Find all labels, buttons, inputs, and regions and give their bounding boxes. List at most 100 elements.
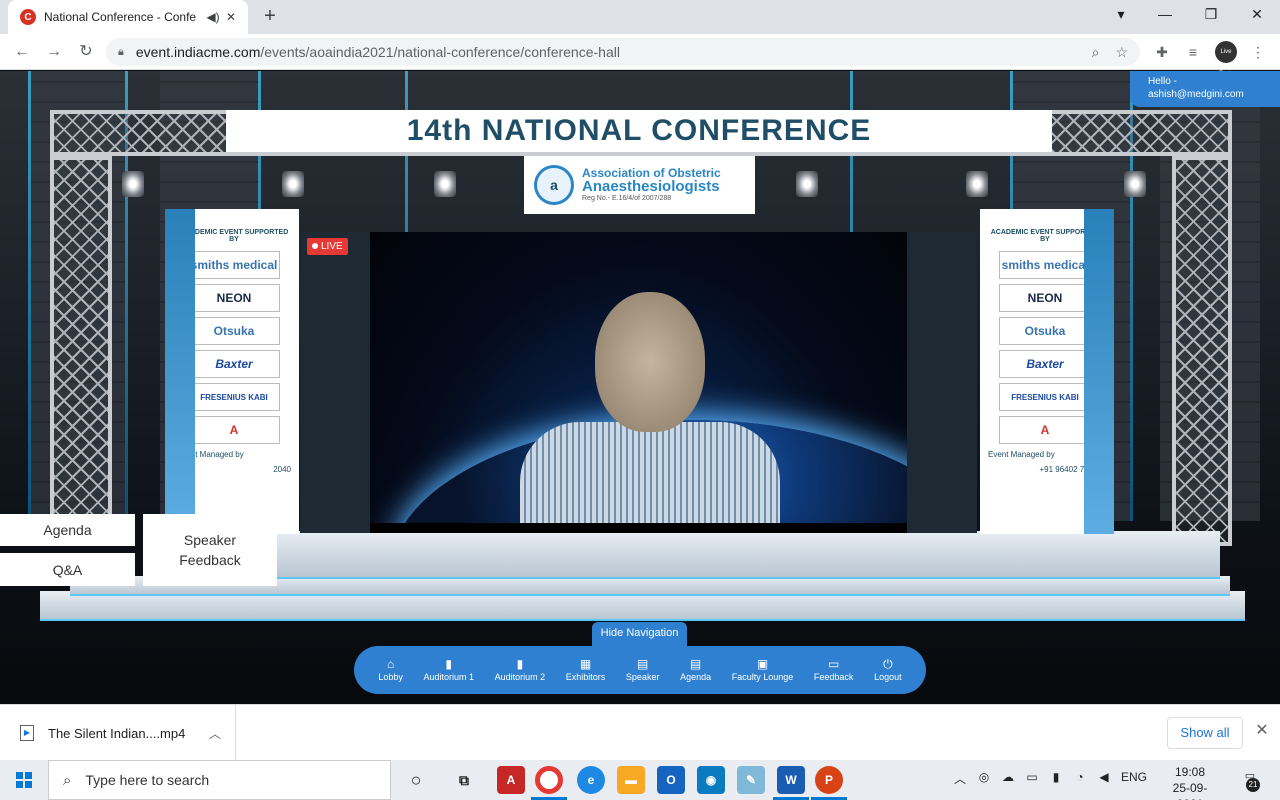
edge-icon[interactable]: e xyxy=(577,766,605,794)
nav-feedback[interactable]: ▭ Feedback xyxy=(814,657,854,683)
agenda-button[interactable]: Agenda xyxy=(0,514,135,546)
tab-search-icon[interactable]: ▾ xyxy=(1106,6,1136,28)
sponsor-logo: smiths medical xyxy=(188,251,280,279)
nav-speaker[interactable]: ▤ Speaker xyxy=(626,657,660,683)
conference-title-banner: 14th NATIONAL CONFERENCE xyxy=(226,110,1052,152)
close-icon[interactable]: ✕ xyxy=(1252,721,1272,741)
url-text[interactable]: event.indiacme.com/events/aoaindia2021/n… xyxy=(136,44,1076,60)
star-icon[interactable]: ☆ xyxy=(1115,44,1128,61)
close-tab-icon[interactable]: ✕ xyxy=(222,10,240,24)
truss-left xyxy=(50,156,112,546)
windows-taskbar: ⌕ Type here to search ○ ⧉ A e ▬ O ◉ ✎ W … xyxy=(0,760,1280,800)
onedrive-icon[interactable]: ☁ xyxy=(1000,770,1016,784)
nav-lobby[interactable]: ⌂ Lobby xyxy=(378,657,403,683)
forward-icon[interactable]: → xyxy=(42,40,66,64)
download-file-name: The Silent Indian....mp4 xyxy=(48,725,186,741)
meeting-app-icon[interactable]: ◉ xyxy=(697,766,725,794)
nav-auditorium-1[interactable]: ▮ Auditorium 1 xyxy=(423,657,474,683)
zoom-icon[interactable]: ⌕ xyxy=(1092,44,1100,61)
nav-faculty-lounge[interactable]: ▣ Faculty Lounge xyxy=(732,657,794,683)
search-icon: ⌕ xyxy=(63,771,72,789)
conference-hall: 14th NATIONAL CONFERENCE a Association o… xyxy=(0,71,1280,704)
close-window-icon[interactable]: ✕ xyxy=(1242,6,1272,28)
battery-icon[interactable]: ▮ xyxy=(1048,770,1064,784)
home-icon: ⌂ xyxy=(386,657,395,671)
cortana-icon[interactable]: ○ xyxy=(402,766,430,794)
new-tab-button[interactable]: + xyxy=(258,6,282,28)
camera-icon[interactable]: ◎ xyxy=(976,770,992,784)
sponsor-logo: Baxter xyxy=(999,350,1091,378)
speaker-mute-icon[interactable]: ◀) xyxy=(204,10,222,24)
chevron-up-icon[interactable]: ︿ xyxy=(209,725,221,742)
acrobat-icon[interactable]: A xyxy=(497,766,525,794)
hide-navigation-button[interactable]: Hide Navigation xyxy=(592,622,687,647)
speaker-feedback-button[interactable]: Speaker Feedback xyxy=(143,514,277,586)
display-icon[interactable]: ▭ xyxy=(1024,770,1040,784)
spotlight-icon xyxy=(122,171,144,197)
show-all-button[interactable]: Show all xyxy=(1167,717,1243,749)
sponsor-logo: NEON xyxy=(999,284,1091,312)
spotlight-icon xyxy=(796,171,818,197)
profile-avatar[interactable]: Live Truth xyxy=(1215,41,1237,77)
screen-icon: ▣ xyxy=(756,657,769,671)
chrome-icon[interactable] xyxy=(535,766,563,794)
notification-count-badge: 21 xyxy=(1246,778,1260,792)
browser-tab[interactable]: C National Conference - Confe ◀) ✕ xyxy=(8,0,248,34)
powerpoint-icon[interactable]: P xyxy=(815,766,843,794)
org-name-line2: Anaesthesiologists xyxy=(582,178,720,195)
nav-logout[interactable]: ⏻ Logout xyxy=(874,657,902,683)
volume-icon[interactable]: ◀ xyxy=(1096,770,1112,784)
extensions-icon[interactable]: ✚ xyxy=(1152,42,1172,62)
org-reg-number: Reg No.- E.16/4/of 2007/288 xyxy=(582,195,672,202)
lock-icon[interactable]: 🔒︎ xyxy=(118,46,124,59)
managed-by-label: Event Managed by xyxy=(177,450,244,459)
nav-label: Auditorium 1 xyxy=(423,672,474,682)
reload-icon[interactable]: ↻ xyxy=(74,40,98,64)
outlook-icon[interactable]: O xyxy=(657,766,685,794)
nav-label: Auditorium 2 xyxy=(494,672,546,682)
sponsor-logo: FRESENIUS KABI xyxy=(999,383,1091,411)
nav-exhibitors[interactable]: ▦ Exhibitors xyxy=(566,657,606,683)
start-button[interactable] xyxy=(0,760,48,800)
document-icon: ▤ xyxy=(689,657,702,671)
browser-toolbar: ← → ↻ 🔒︎ event.indiacme.com/events/aoain… xyxy=(0,34,1280,70)
system-clock[interactable]: 19:08 25-09-2021 xyxy=(1160,764,1220,800)
file-explorer-icon[interactable]: ▬ xyxy=(617,766,645,794)
site-favicon-icon: C xyxy=(20,9,36,25)
word-icon[interactable]: W xyxy=(777,766,805,794)
power-icon: ⏻ xyxy=(883,657,893,671)
video-control-bar xyxy=(370,523,907,533)
sponsor-heading: ACADEMIC EVENT SUPPORTED BY xyxy=(990,229,1100,243)
live-dot-icon xyxy=(312,243,318,250)
live-label: LIVE xyxy=(321,241,343,252)
grid-icon: ▦ xyxy=(579,657,592,671)
live-video-player[interactable] xyxy=(370,232,907,533)
wifi-icon[interactable]: ◔ xyxy=(1072,770,1088,784)
task-view-icon[interactable]: ⧉ xyxy=(450,766,478,794)
nav-label: Faculty Lounge xyxy=(731,672,794,682)
minimize-icon[interactable]: — xyxy=(1150,6,1180,28)
menu-icon[interactable]: ⋮ xyxy=(1248,42,1268,62)
door-icon: ▮ xyxy=(445,657,453,671)
restore-icon[interactable]: ❐ xyxy=(1196,6,1226,28)
nav-label: Speaker xyxy=(625,672,660,682)
media-icon[interactable]: ≡ xyxy=(1183,42,1203,62)
sponsor-logo: smiths medical xyxy=(999,251,1091,279)
spotlight-icon xyxy=(282,171,304,197)
nav-label: Lobby xyxy=(378,672,403,682)
back-icon[interactable]: ← xyxy=(10,40,34,64)
managed-by-phone: +91 96402 72040 xyxy=(1039,465,1102,474)
language-indicator[interactable]: ENG xyxy=(1120,770,1148,784)
show-hidden-icons-icon[interactable]: ︿ xyxy=(952,770,968,787)
nav-agenda[interactable]: ▤ Agenda xyxy=(680,657,711,683)
nav-auditorium-2[interactable]: ▮ Auditorium 2 xyxy=(495,657,546,683)
stage-top xyxy=(150,531,1220,579)
nav-label: Agenda xyxy=(680,672,712,682)
taskbar-search[interactable]: ⌕ Type here to search xyxy=(48,760,391,800)
user-greeting[interactable]: Hello - ashish@medgini.com xyxy=(1130,71,1280,107)
download-item[interactable]: ▶ The Silent Indian....mp4 ︿ xyxy=(0,705,236,761)
qa-button[interactable]: Q&A xyxy=(0,553,135,586)
light-stripe xyxy=(28,71,31,521)
address-bar[interactable]: 🔒︎ event.indiacme.com/events/aoaindia202… xyxy=(106,38,1140,66)
notepad-icon[interactable]: ✎ xyxy=(737,766,765,794)
